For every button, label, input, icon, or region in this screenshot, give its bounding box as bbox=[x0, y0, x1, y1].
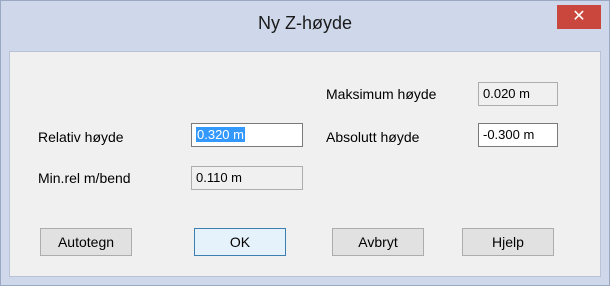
title-bar[interactable]: Ny Z-høyde ✕ bbox=[1, 1, 609, 51]
relativ-hoyde-input[interactable]: 0.320 m bbox=[191, 123, 303, 147]
min-rel-field: 0.110 m bbox=[191, 166, 303, 190]
dialog-title: Ny Z-høyde bbox=[257, 13, 353, 33]
relativ-hoyde-value: 0.320 m bbox=[196, 127, 245, 142]
close-icon: ✕ bbox=[572, 8, 586, 25]
close-button[interactable]: ✕ bbox=[557, 5, 601, 29]
absolutt-hoyde-label: Absolutt høyde bbox=[326, 129, 420, 145]
autotegn-button[interactable]: Autotegn bbox=[40, 228, 132, 256]
dialog-window: Ny Z-høyde ✕ Maksimum høyde 0.020 m Rela… bbox=[0, 0, 610, 286]
ok-button[interactable]: OK bbox=[194, 228, 286, 256]
avbryt-button[interactable]: Avbryt bbox=[332, 228, 424, 256]
hjelp-button[interactable]: Hjelp bbox=[462, 228, 554, 256]
dialog-body: Maksimum høyde 0.020 m Relativ høyde 0.3… bbox=[9, 51, 601, 277]
absolutt-hoyde-input[interactable]: -0.300 m bbox=[478, 123, 558, 147]
maksimum-hoyde-field: 0.020 m bbox=[478, 82, 558, 106]
min-rel-label: Min.rel m/bend bbox=[38, 170, 131, 186]
maksimum-hoyde-label: Maksimum høyde bbox=[326, 86, 437, 102]
relativ-hoyde-label: Relativ høyde bbox=[38, 129, 124, 145]
